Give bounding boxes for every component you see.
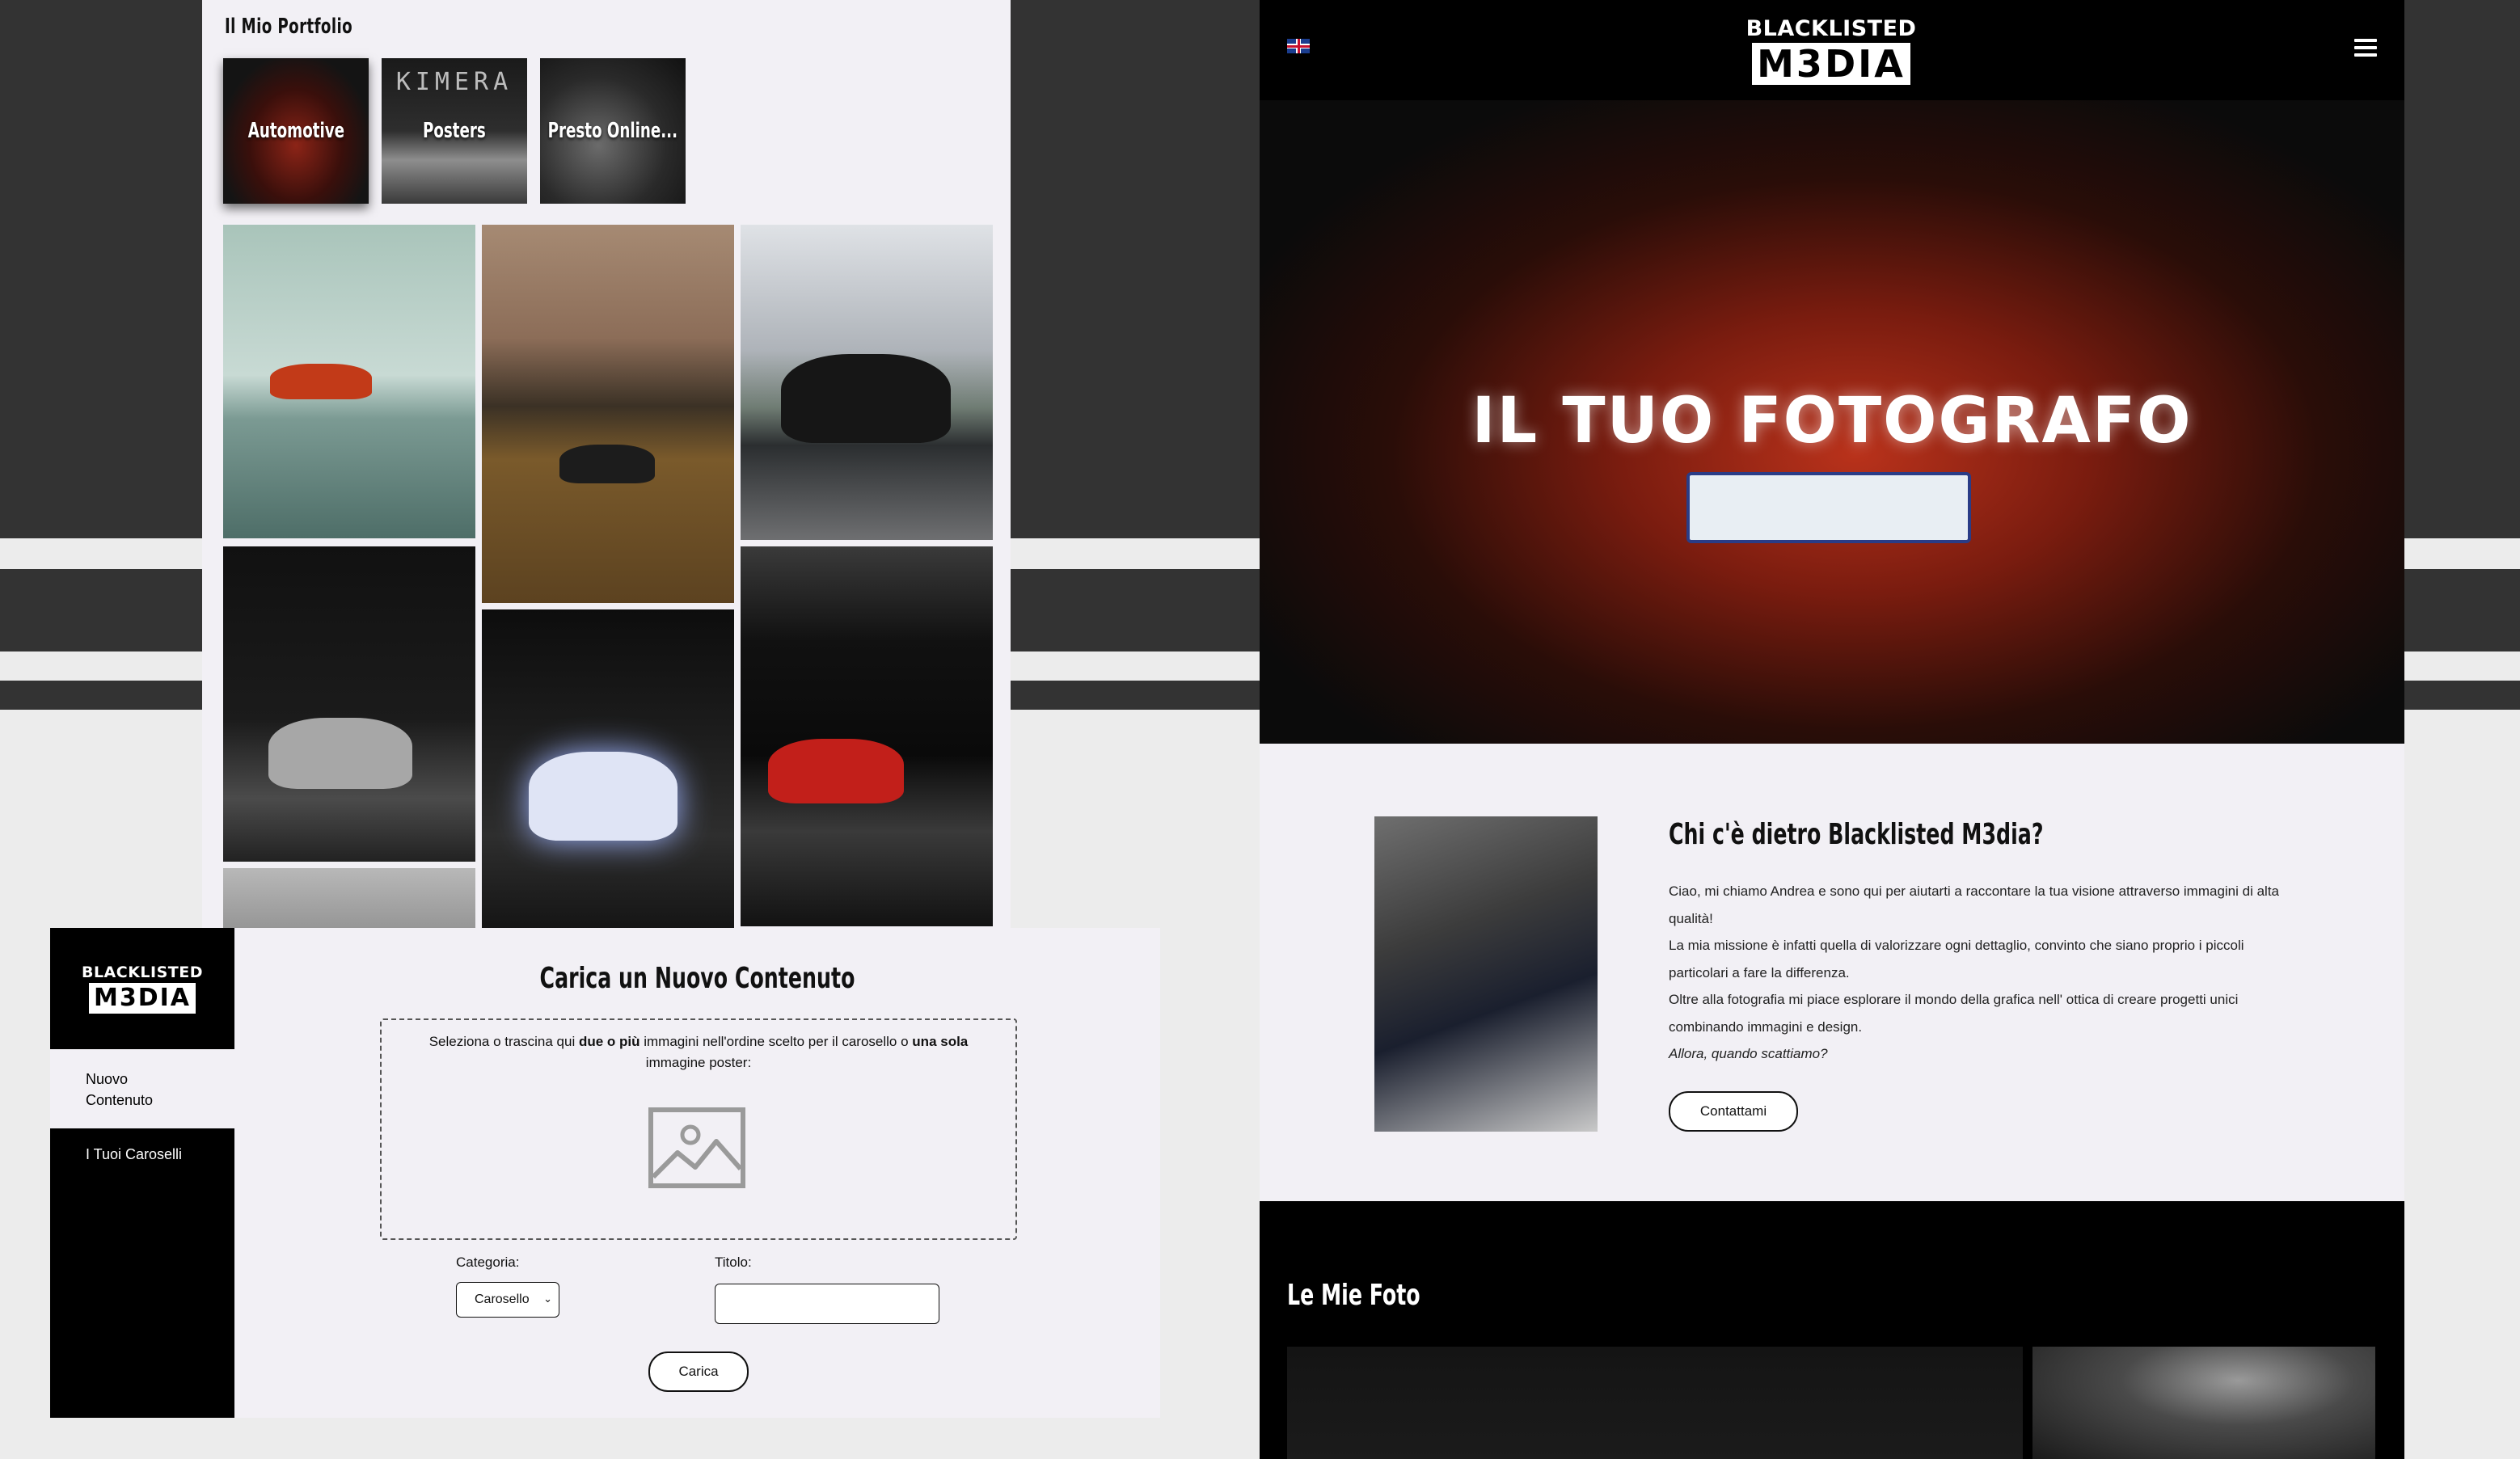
gallery-photo[interactable] (223, 225, 475, 538)
category-label: Posters (423, 119, 486, 143)
category-automotive[interactable]: Automotive (223, 58, 369, 204)
logo-text-bottom: M3DIA (88, 983, 196, 1014)
kimera-logo: KIMERA (395, 68, 513, 96)
gallery-photo[interactable] (741, 546, 993, 926)
hero-title: IL TUO FOTOGRAFO (1471, 385, 2193, 458)
upload-button[interactable]: Carica (648, 1351, 749, 1392)
gallery-photo[interactable] (741, 225, 993, 540)
photographer-photo (1374, 816, 1598, 1132)
logo-text-top: BLACKLISTED (1745, 16, 1917, 41)
about-paragraph: Ciao, mi chiamo Andrea e sono qui per ai… (1669, 883, 2279, 926)
bg-stripe (1011, 0, 1260, 538)
gallery-photo[interactable] (223, 546, 475, 862)
dropzone-instructions: Seleziona o trascina qui due o più immag… (428, 1034, 969, 1070)
admin-sidebar: BLACKLISTED M3DIA Nuovo Contenuto I Tuoi… (50, 928, 234, 1418)
category-coming-soon[interactable]: Presto Online... (540, 58, 686, 204)
about-title: Chi c'è dietro Blacklisted M3dia? (1669, 818, 2044, 851)
image-placeholder-icon (648, 1107, 745, 1188)
category-field-label: Categoria: (456, 1254, 520, 1270)
bg-stripe (2404, 0, 2520, 538)
contact-button[interactable]: Contattami (1669, 1091, 1798, 1132)
category-label: Automotive (247, 119, 344, 143)
bg-stripe (0, 0, 202, 538)
about-paragraph: Oltre alla fotografia mi piace esplorare… (1669, 992, 2239, 1035)
upload-panel: Carica un Nuovo Contenuto Seleziona o tr… (234, 928, 1160, 1418)
gallery-photo[interactable] (482, 609, 734, 930)
logo-text-top: BLACKLISTED (81, 964, 204, 981)
logo-text-bottom: M3DIA (1752, 43, 1910, 85)
hero-banner: IL TUO FOTOGRAFO (1260, 100, 2404, 744)
sidebar-item-new-content-label[interactable]: Nuovo Contenuto (86, 1069, 183, 1111)
portfolio-panel: Il Mio Portfolio Automotive KIMERA Poste… (202, 0, 1011, 930)
site-logo[interactable]: BLACKLISTED M3DIA (1746, 16, 1916, 85)
sidebar-item-carousels[interactable]: I Tuoi Caroselli (86, 1146, 182, 1163)
bg-stripe (1011, 681, 1260, 710)
uk-flag-icon[interactable] (1287, 39, 1310, 53)
landing-page: BLACKLISTED M3DIA IL TUO FOTOGRAFO Chi c… (1260, 0, 2404, 1459)
photos-title: Le Mie Foto (1287, 1279, 1420, 1312)
bg-stripe (2404, 681, 2520, 710)
category-label: Presto Online... (547, 119, 678, 143)
about-paragraph: Allora, quando scattiamo? (1669, 1046, 1828, 1061)
upload-title: Carica un Nuovo Contenuto (539, 962, 855, 995)
title-field-label: Titolo: (715, 1254, 752, 1270)
bg-stripe (0, 569, 202, 651)
admin-logo[interactable]: BLACKLISTED M3DIA (50, 928, 234, 1049)
bg-stripe (0, 681, 202, 710)
gallery-photo[interactable] (482, 225, 734, 603)
portfolio-title: Il Mio Portfolio (225, 15, 353, 39)
photo-thumbnail[interactable] (2032, 1347, 2375, 1459)
bg-stripe (2404, 569, 2520, 651)
chevron-down-icon: ⌄ (543, 1292, 552, 1305)
menu-icon[interactable] (2354, 39, 2377, 57)
image-dropzone[interactable]: Seleziona o trascina qui due o più immag… (380, 1018, 1017, 1240)
title-input[interactable] (715, 1284, 939, 1324)
site-header: BLACKLISTED M3DIA (1260, 0, 2404, 100)
category-select-value: Carosello (475, 1292, 530, 1306)
photo-thumbnail[interactable] (1287, 1347, 2023, 1459)
about-text: Ciao, mi chiamo Andrea e sono qui per ai… (1669, 878, 2299, 1068)
about-section: Chi c'è dietro Blacklisted M3dia? Ciao, … (1260, 744, 2404, 1201)
category-select[interactable]: Carosello ⌄ (456, 1282, 559, 1318)
about-paragraph: La mia missione è infatti quella di valo… (1669, 938, 2244, 980)
category-posters[interactable]: KIMERA Posters (382, 58, 527, 204)
license-plate (1686, 472, 1971, 543)
gallery-photo[interactable] (223, 868, 475, 930)
bg-stripe (1011, 569, 1260, 651)
photos-section: Le Mie Foto (1260, 1201, 2404, 1459)
